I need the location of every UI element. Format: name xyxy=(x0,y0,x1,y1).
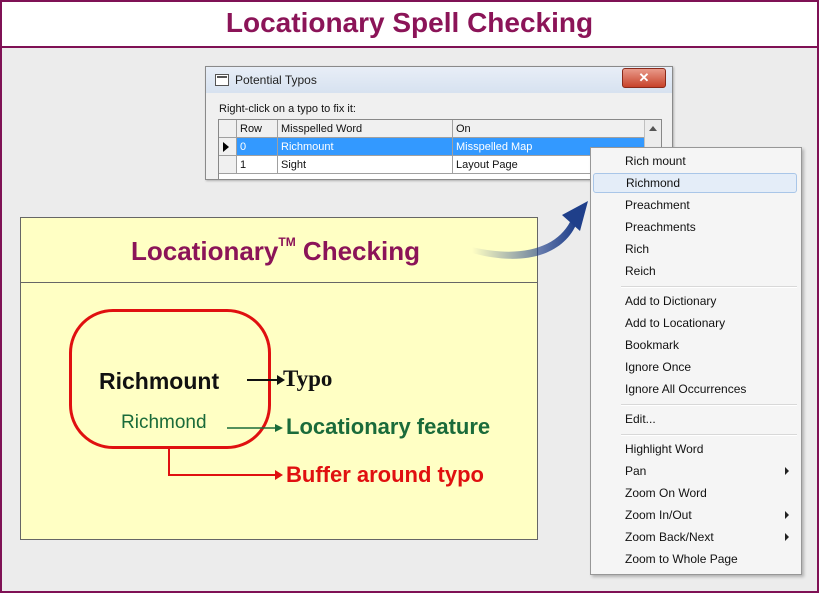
menu-item-edit[interactable]: Edit... xyxy=(593,409,797,429)
menu-item-bookmark[interactable]: Bookmark xyxy=(593,335,797,355)
menu-item-add-to-locationary[interactable]: Add to Locationary xyxy=(593,313,797,333)
table-cell-row[interactable]: 1 xyxy=(237,156,278,174)
typo-word: Richmount xyxy=(99,368,220,394)
menu-item-label: Zoom Back/Next xyxy=(625,530,714,544)
menu-item-label: Add to Dictionary xyxy=(625,294,717,308)
column-header-row[interactable]: Row xyxy=(237,120,278,138)
dialog-titlebar[interactable]: Potential Typos ✕ xyxy=(206,67,672,93)
menu-item-zoom-to-whole-page[interactable]: Zoom to Whole Page xyxy=(593,549,797,569)
table-cell-word[interactable]: Sight xyxy=(278,156,453,174)
menu-item-pan[interactable]: Pan xyxy=(593,461,797,481)
buffer-arrow xyxy=(168,446,283,480)
dialog-instruction: Right-click on a typo to fix it: xyxy=(219,103,356,115)
title-bar: Locationary Spell Checking xyxy=(2,2,817,48)
row-selector[interactable] xyxy=(219,138,237,156)
row-header-corner xyxy=(219,120,237,138)
submenu-arrow-icon xyxy=(785,533,789,541)
menu-item-zoom-in-out[interactable]: Zoom In/Out xyxy=(593,505,797,525)
menu-item-reich[interactable]: Reich xyxy=(593,261,797,281)
slide-frame: Locationary Spell Checking Potential Typ… xyxy=(0,0,819,593)
column-header-word[interactable]: Misspelled Word xyxy=(278,120,453,138)
menu-separator xyxy=(621,286,797,288)
table-cell-word[interactable]: Richmount xyxy=(278,138,453,156)
current-row-arrow-icon xyxy=(223,142,229,152)
table-cell-row[interactable]: 0 xyxy=(237,138,278,156)
menu-item-label: Zoom In/Out xyxy=(625,508,692,522)
menu-item-label: Highlight Word xyxy=(625,442,704,456)
curved-arrow-icon xyxy=(472,201,588,259)
page-title: Locationary Spell Checking xyxy=(225,7,594,38)
typo-label: Typo xyxy=(283,366,333,391)
menu-separator xyxy=(621,434,797,436)
menu-item-label: Rich mount xyxy=(625,154,686,168)
scroll-up-icon[interactable] xyxy=(649,126,657,131)
feature-word: Richmond xyxy=(121,412,207,433)
menu-item-label: Add to Locationary xyxy=(625,316,726,330)
menu-item-label: Ignore All Occurrences xyxy=(625,382,747,396)
menu-item-preachment[interactable]: Preachment xyxy=(593,195,797,215)
context-menu: Rich mount Richmond Preachment Preachments R… xyxy=(590,147,802,575)
submenu-arrow-icon xyxy=(785,467,789,475)
menu-item-preachments[interactable]: Preachments xyxy=(593,217,797,237)
buffer-label: Buffer around typo xyxy=(286,462,484,487)
menu-item-zoom-on-word[interactable]: Zoom On Word xyxy=(593,483,797,503)
menu-item-rich-mount[interactable]: Rich mount xyxy=(593,151,797,171)
feature-label: Locationary feature xyxy=(286,414,491,439)
menu-item-label: Edit... xyxy=(625,412,656,426)
menu-item-label: Reich xyxy=(625,264,656,278)
menu-item-highlight-word[interactable]: Highlight Word xyxy=(593,439,797,459)
locationary-diagram: LocationaryTM Checking Richmount Typo Ri… xyxy=(20,217,538,540)
menu-item-add-to-dictionary[interactable]: Add to Dictionary xyxy=(593,291,797,311)
menu-item-ignore-once[interactable]: Ignore Once xyxy=(593,357,797,377)
menu-item-zoom-back-next[interactable]: Zoom Back/Next xyxy=(593,527,797,547)
window-icon xyxy=(215,74,229,86)
row-selector[interactable] xyxy=(219,156,237,174)
menu-item-label: Preachment xyxy=(625,198,690,212)
menu-item-label: Zoom to Whole Page xyxy=(625,552,738,566)
menu-item-label: Ignore Once xyxy=(625,360,692,374)
typo-arrow xyxy=(247,375,285,385)
menu-item-label: Richmond xyxy=(626,176,681,190)
menu-item-label: Rich xyxy=(625,242,650,256)
menu-item-label: Pan xyxy=(625,464,647,478)
menu-item-rich[interactable]: Rich xyxy=(593,239,797,259)
submenu-arrow-icon xyxy=(785,511,789,519)
dialog-title: Potential Typos xyxy=(235,73,317,87)
menu-item-label: Preachments xyxy=(625,220,696,234)
close-button[interactable]: ✕ xyxy=(622,68,666,88)
menu-item-richmond[interactable]: Richmond xyxy=(593,173,797,193)
menu-item-label: Zoom On Word xyxy=(625,486,707,500)
menu-separator xyxy=(621,404,797,406)
menu-item-label: Bookmark xyxy=(625,338,680,352)
feature-arrow xyxy=(227,424,283,432)
menu-item-ignore-all-occurrences[interactable]: Ignore All Occurrences xyxy=(593,379,797,399)
column-header-on[interactable]: On xyxy=(453,120,645,138)
